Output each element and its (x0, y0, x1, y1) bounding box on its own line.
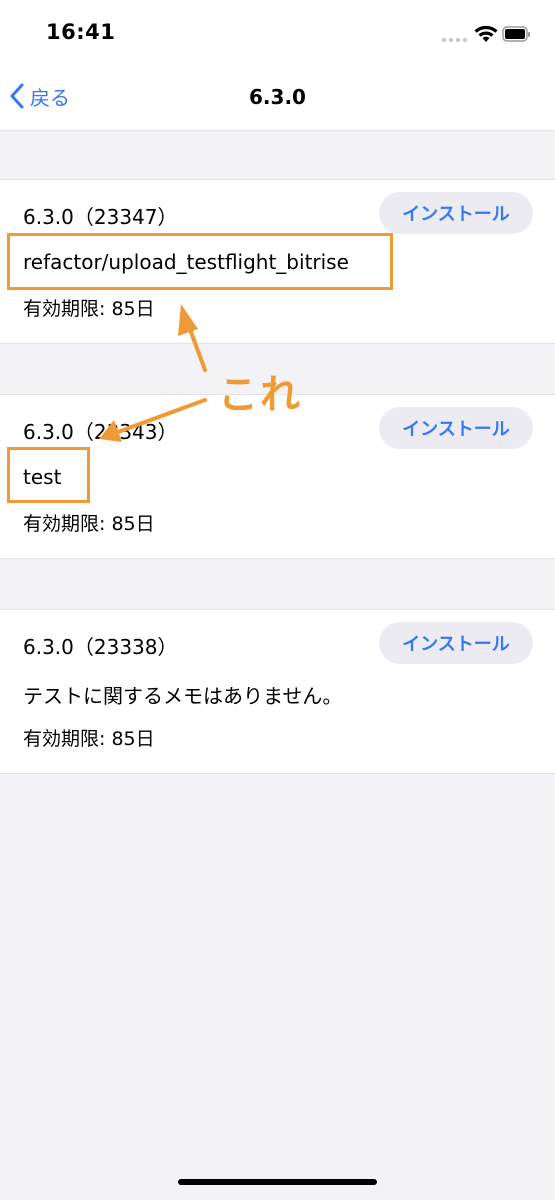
home-indicator (178, 1179, 377, 1185)
annotation-label: これ (218, 372, 302, 418)
annotation-arrows (99, 304, 207, 442)
